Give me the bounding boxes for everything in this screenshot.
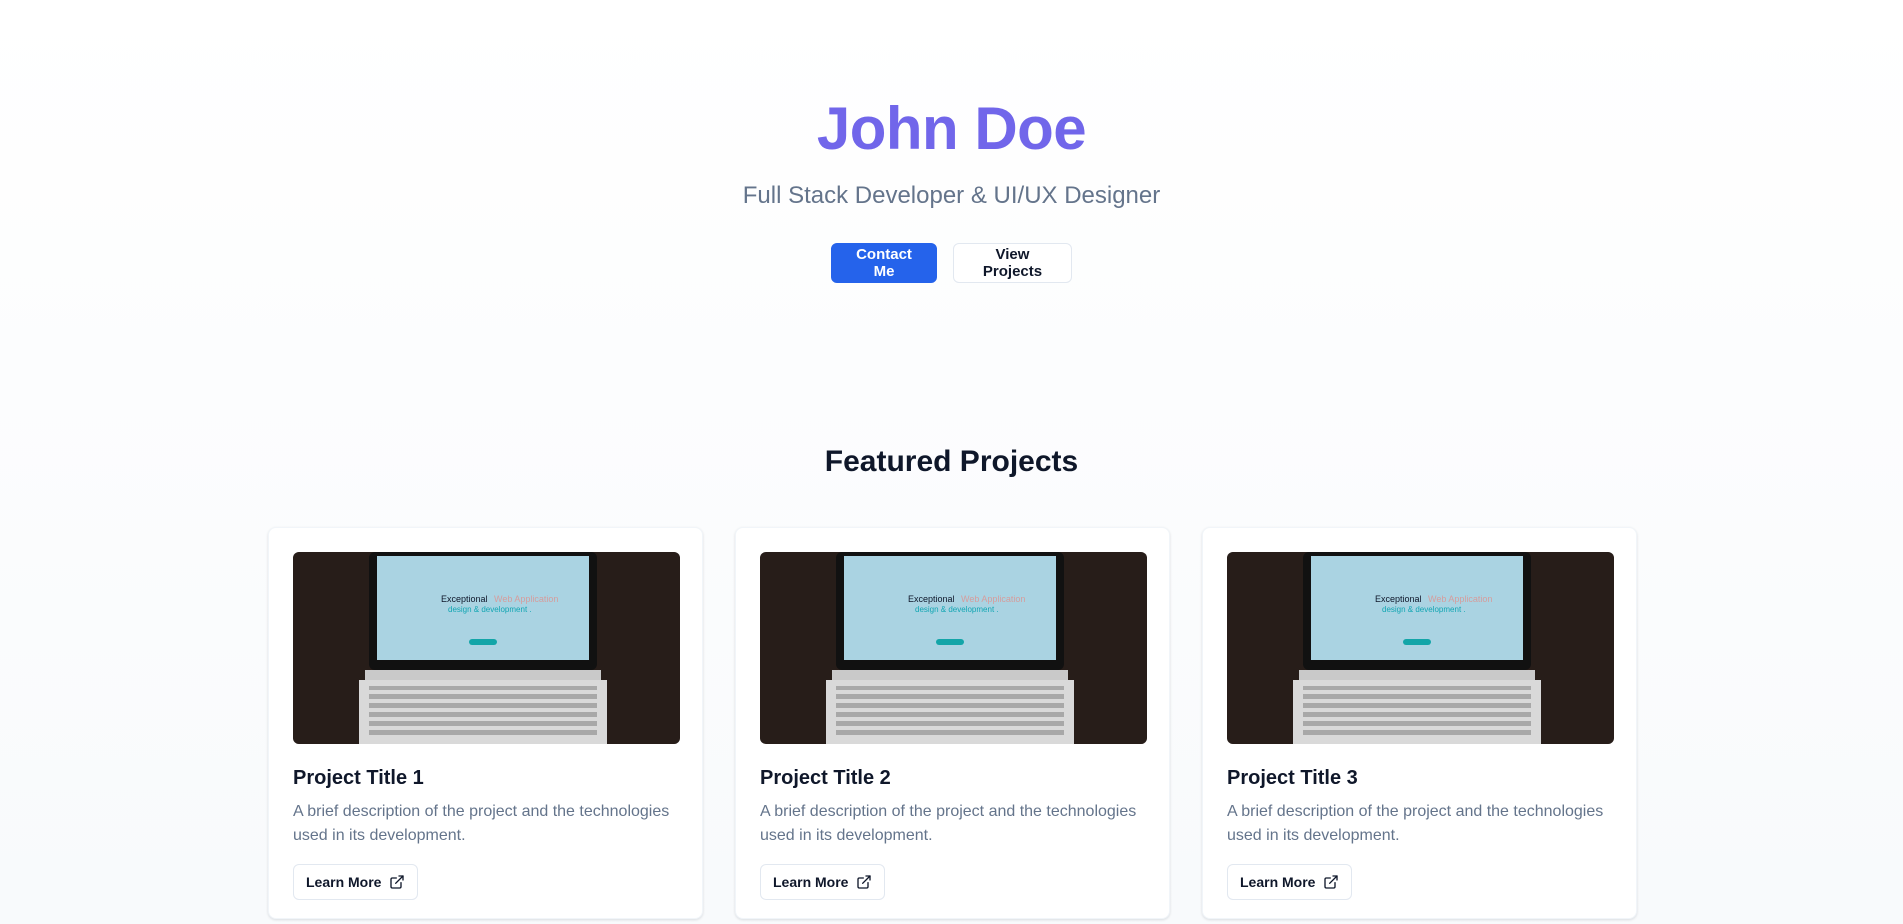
screen-text-1b: Web Application <box>961 594 1025 604</box>
project-cards: Exceptional Web Application design & dev… <box>268 527 1637 919</box>
learn-more-button[interactable]: Learn More <box>293 864 419 900</box>
project-title: Project Title 1 <box>293 767 424 789</box>
featured-projects-heading: Featured Projects <box>824 445 1079 478</box>
project-title: Project Title 2 <box>760 767 891 789</box>
screen-text-1b: Web Application <box>1428 594 1492 604</box>
screen-text-1: Exceptional <box>441 594 488 604</box>
learn-more-label: Learn More <box>773 874 849 890</box>
view-projects-button[interactable]: View Projects <box>953 243 1072 283</box>
project-image: Exceptional Web Application design & dev… <box>293 552 680 744</box>
project-title: Project Title 3 <box>1227 767 1358 789</box>
learn-more-label: Learn More <box>306 874 382 890</box>
portfolio-page: John Doe Full Stack Developer & UI/UX De… <box>0 0 1903 924</box>
learn-more-button[interactable]: Learn More <box>1227 864 1353 900</box>
screen-text-2: design & development . <box>448 605 532 614</box>
hero-actions: Contact Me View Projects <box>0 243 1903 283</box>
contact-me-button[interactable]: Contact Me <box>831 243 937 283</box>
screen-text-1b: Web Application <box>494 594 558 604</box>
project-card-2: Exceptional Web Application design & dev… <box>735 527 1170 919</box>
project-description: A brief description of the project and t… <box>760 803 1137 844</box>
hero-name: John Doe <box>816 95 1087 162</box>
screen-text-1: Exceptional <box>908 594 955 604</box>
screen-text-2: design & development . <box>1382 605 1466 614</box>
project-description: A brief description of the project and t… <box>1227 803 1604 844</box>
external-link-icon <box>857 875 872 889</box>
project-card-3: Exceptional Web Application design & dev… <box>1202 527 1637 919</box>
project-image: Exceptional Web Application design & dev… <box>760 552 1147 744</box>
external-link-icon <box>1324 875 1339 889</box>
project-image: Exceptional Web Application design & dev… <box>1227 552 1614 744</box>
external-link-icon <box>390 875 405 889</box>
screen-text-2: design & development . <box>915 605 999 614</box>
screen-text-1: Exceptional <box>1375 594 1422 604</box>
learn-more-label: Learn More <box>1240 874 1316 890</box>
project-description: A brief description of the project and t… <box>293 803 670 844</box>
learn-more-button[interactable]: Learn More <box>760 864 886 900</box>
hero-subtitle: Full Stack Developer & UI/UX Designer <box>742 182 1161 209</box>
hero-section: John Doe Full Stack Developer & UI/UX De… <box>0 0 1903 380</box>
project-card-1: Exceptional Web Application design & dev… <box>268 527 703 919</box>
